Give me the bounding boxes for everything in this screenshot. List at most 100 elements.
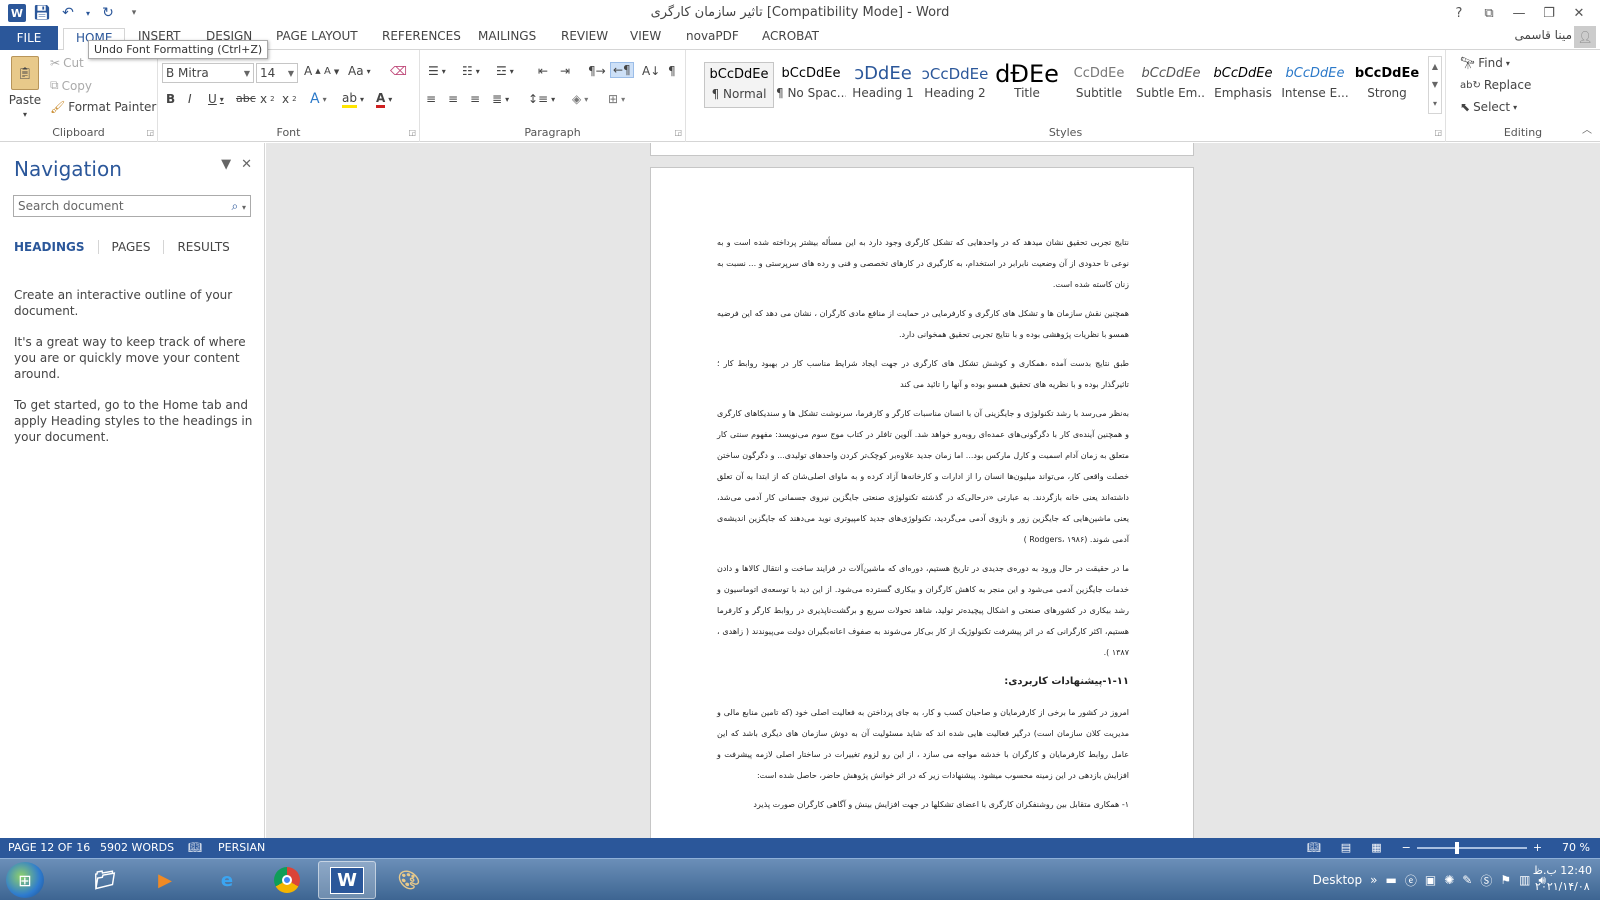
styles-launcher-icon[interactable]: ◲ [1434,128,1442,137]
bullets-icon[interactable]: ☰ ▾ [428,64,446,78]
borders-icon[interactable]: ⊞ ▾ [608,92,625,106]
page-count[interactable]: PAGE 12 OF 16 [8,841,90,854]
multilevel-list-icon[interactable]: ☲ ▾ [496,64,514,78]
network-icon[interactable]: ▥ [1519,873,1530,887]
doc-paragraph[interactable]: همچنین نقش سازمان ها و تشکل های کارگری و… [717,303,1129,345]
font-name-combo[interactable]: B Mitra ▼ [162,63,254,83]
toolbar-expand-icon[interactable]: » [1370,873,1377,887]
tab-review[interactable]: REVIEW [561,29,608,49]
zoom-in-icon[interactable]: + [1533,841,1542,854]
paint-taskbar-icon[interactable]: 🎨︎ [380,861,438,899]
tab-references[interactable]: REFERENCES [382,29,461,49]
tray-app-icon[interactable]: ⓔ [1405,872,1417,889]
document-content[interactable]: نتایج تجربی تحقیق نشان میدهد که در واحده… [717,232,1129,823]
replace-button[interactable]: ab↻ Replace [1460,78,1531,92]
paragraph-launcher-icon[interactable]: ◲ [674,128,682,137]
font-color-icon[interactable]: A ▾ [376,91,392,108]
align-center-icon[interactable]: ≡ [448,92,458,106]
search-icon[interactable]: ⌕ ▾ [231,199,246,214]
justify-icon[interactable]: ≣ ▾ [492,92,509,106]
zoom-out-icon[interactable]: − [1402,841,1411,854]
language-indicator[interactable]: PERSIAN [218,841,265,854]
scroll-down-icon[interactable]: ▼ [1432,80,1438,89]
select-button[interactable]: ⬉ Select ▾ [1460,100,1517,114]
search-input[interactable]: Search document ⌕ ▾ [13,195,251,217]
zoom-level[interactable]: 70 % [1562,841,1590,854]
font-launcher-icon[interactable]: ◲ [408,128,416,137]
tray-app-icon[interactable]: ✎ [1462,873,1472,887]
style-heading-1[interactable]: ↄDdEe Heading 1 [848,62,918,108]
zoom-slider-thumb[interactable] [1454,841,1459,854]
nav-tab-headings[interactable]: HEADINGS [14,240,98,254]
tab-view[interactable]: VIEW [630,29,661,49]
style-no-spacing[interactable]: bCcDdEe ¶ No Spac... [776,62,846,108]
minimize-button[interactable]: — [1504,2,1534,24]
explorer-taskbar-icon[interactable]: 📁︎ [76,861,134,899]
change-case-icon[interactable]: Aa ▾ [348,64,371,78]
document-area[interactable]: نتایج تجربی تحقیق نشان میدهد که در واحده… [266,143,1600,838]
increase-indent-icon[interactable]: ⇥ [560,64,570,78]
doc-paragraph[interactable]: نتایج تجربی تحقیق نشان میدهد که در واحده… [717,232,1129,295]
sort-icon[interactable]: A↓ [642,64,660,78]
document-page[interactable]: نتایج تجربی تحقیق نشان میدهد که در واحده… [650,167,1194,838]
ltr-direction-icon[interactable]: ¶→ [588,64,606,78]
tab-file[interactable]: FILE [0,26,58,50]
tab-novapdf[interactable]: novaPDF [686,29,739,49]
word-taskbar-icon[interactable]: W [318,861,376,899]
collapse-ribbon-icon[interactable]: ︿ [1582,121,1592,136]
clear-formatting-icon[interactable]: ⌫ [390,64,407,78]
tab-mailings[interactable]: MAILINGS [478,29,536,49]
doc-paragraph[interactable]: به‌نظر می‌رسد با رشد تکنولوژی و جایگزینی… [717,403,1129,550]
avatar[interactable]: 👤︎ [1574,26,1596,48]
user-name[interactable]: مینا قاسمی [1514,28,1572,42]
desktop-toolbar[interactable]: Desktop [1313,873,1363,887]
italic-icon[interactable]: I [188,92,192,106]
tab-page-layout[interactable]: PAGE LAYOUT [276,29,358,49]
doc-heading[interactable]: ۱-۱۱-پیشنهادات کاربردی: [717,671,1129,692]
clock[interactable]: 12:40 ب.ظ ۲۰۲۱/۱۴/۰۸ [1533,863,1592,895]
show-formatting-icon[interactable]: ¶ [668,64,676,78]
style-heading-2[interactable]: ↄCcDdEe Heading 2 [920,62,990,108]
action-center-flag-icon[interactable]: ⚑ [1500,873,1511,887]
doc-paragraph[interactable]: امروز در کشور ما برخی از کارفرمایان و صا… [717,702,1129,786]
style-intense-emphasis[interactable]: bCcDdEe Intense E... [1280,62,1350,108]
nav-options-icon[interactable]: ▼ [221,157,231,172]
styles-scroll[interactable]: ▲ ▼ ▾ [1428,56,1442,114]
tray-app-icon[interactable]: ▣ [1425,873,1436,887]
style-strong[interactable]: bCcDdEe Strong [1352,62,1422,108]
chrome-taskbar-icon[interactable] [258,861,316,899]
nav-tab-results[interactable]: RESULTS [163,240,242,254]
format-painter-button[interactable]: 🖌︎ Format Painter [50,100,156,114]
nav-tab-pages[interactable]: PAGES [97,240,164,254]
subscript-icon[interactable]: x2 [260,92,275,106]
ribbon-display-options-icon[interactable]: ⧉ [1474,2,1504,24]
bold-icon[interactable]: B [166,92,175,106]
shading-icon[interactable]: ◈ ▾ [572,92,588,106]
style-emphasis[interactable]: bCcDdEe Emphasis [1208,62,1278,108]
maximize-button[interactable]: ❐ [1534,2,1564,24]
skype-icon[interactable]: Ⓢ [1480,872,1492,889]
tray-app-icon[interactable]: ▬ [1385,873,1396,887]
shrink-font-icon[interactable]: A ▼ [324,66,339,77]
decrease-indent-icon[interactable]: ⇤ [538,64,548,78]
rtl-direction-icon[interactable]: ←¶ [610,62,634,78]
align-right-icon[interactable]: ≡ [470,92,480,106]
superscript-icon[interactable]: x2 [282,92,297,106]
tab-acrobat[interactable]: ACROBAT [762,29,819,49]
more-styles-icon[interactable]: ▾ [1433,99,1437,108]
copy-button[interactable]: ⧉ Copy [50,78,92,93]
scroll-up-icon[interactable]: ▲ [1432,62,1438,71]
style-subtle-emphasis[interactable]: bCcDdEe Subtle Em... [1136,62,1206,108]
print-layout-icon[interactable]: ▤ [1341,841,1351,854]
doc-paragraph[interactable]: ما در حقیقت در حال ورود به دوره‌ی جدیدی … [717,558,1129,663]
nav-close-icon[interactable]: ✕ [241,157,252,172]
cut-button[interactable]: ✂ Cut [50,56,84,70]
underline-icon[interactable]: U ▾ [208,92,224,106]
font-size-combo[interactable]: 14 ▼ [256,63,298,83]
start-button[interactable]: ⊞ [6,862,44,898]
numbering-icon[interactable]: ☷ ▾ [462,64,480,78]
media-player-taskbar-icon[interactable]: ▶ [136,861,194,899]
paste-dropdown-icon[interactable]: ▾ [23,110,27,119]
close-button[interactable]: ✕ [1564,2,1594,24]
highlight-icon[interactable]: ab ▾ [342,91,364,108]
